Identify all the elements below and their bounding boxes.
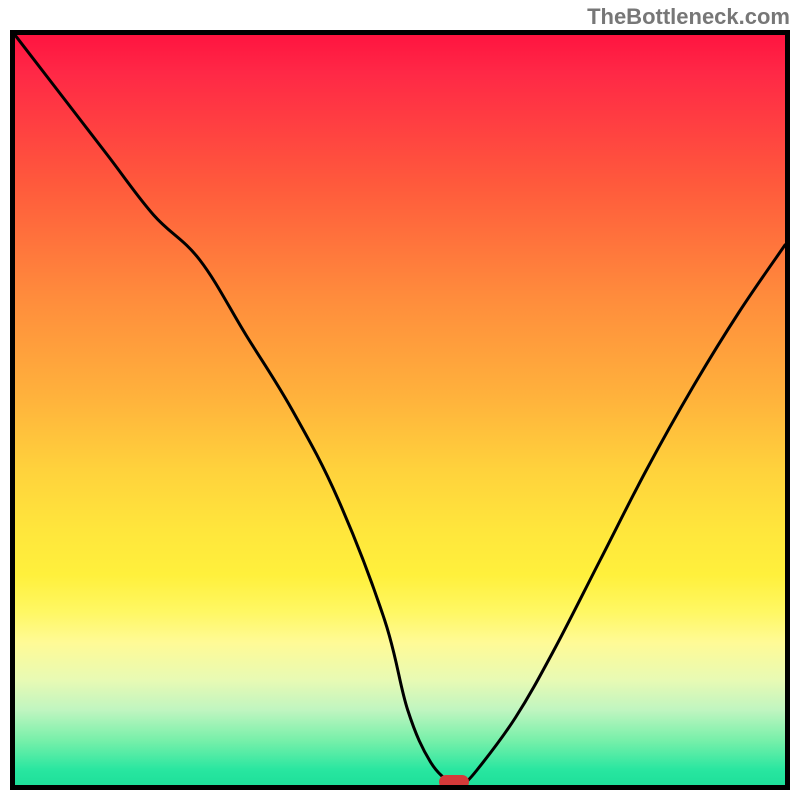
watermark-text: TheBottleneck.com (587, 4, 790, 30)
optimal-marker (439, 775, 469, 789)
curve-svg (15, 35, 785, 785)
bottleneck-curve (15, 35, 785, 785)
chart-container: TheBottleneck.com (0, 0, 800, 800)
chart-frame (10, 30, 790, 790)
